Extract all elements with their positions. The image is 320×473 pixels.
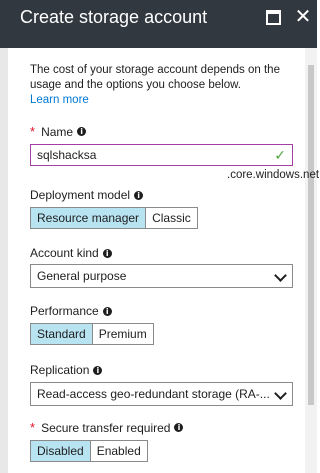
performance-option-premium[interactable]: Premium xyxy=(92,324,153,344)
left-edge xyxy=(0,48,8,473)
deployment-model-label: Deployment model i xyxy=(30,188,144,202)
info-icon[interactable]: i xyxy=(174,423,184,432)
info-icon[interactable]: i xyxy=(102,248,112,258)
secure-transfer-label-text: Secure transfer required xyxy=(41,420,171,435)
chevron-down-icon xyxy=(274,269,287,282)
maximize-icon xyxy=(265,9,281,25)
deployment-model-label-text: Deployment model xyxy=(30,188,131,202)
blade-header: Create storage account ✕ xyxy=(0,0,317,48)
scrollbar-thumb[interactable] xyxy=(308,65,314,405)
replication-value: Read-access geo-redundant storage (RA-..… xyxy=(37,387,270,401)
secure-transfer-option-disabled[interactable]: Disabled xyxy=(31,441,91,461)
checkmark-icon: ✓ xyxy=(274,147,286,163)
replication-label: Replication i xyxy=(30,363,103,377)
replication-label-text: Replication xyxy=(30,363,90,377)
account-kind-select[interactable]: General purpose xyxy=(30,264,293,288)
performance-label-text: Performance xyxy=(30,304,99,318)
account-kind-value: General purpose xyxy=(37,269,127,283)
learn-more-link[interactable]: Learn more xyxy=(30,94,89,106)
name-input-value: sqlshacksa xyxy=(37,148,97,162)
deployment-option-classic[interactable]: Classic xyxy=(146,208,197,228)
info-icon[interactable]: i xyxy=(102,306,112,316)
maximize-button[interactable] xyxy=(263,7,283,27)
info-icon[interactable]: i xyxy=(134,190,144,200)
account-kind-label-text: Account kind xyxy=(30,246,99,260)
chevron-down-icon xyxy=(274,387,287,400)
name-label-text: Name xyxy=(41,124,74,139)
name-input[interactable]: sqlshacksa ✓ xyxy=(30,144,293,166)
cost-description-text: The cost of your storage account depends… xyxy=(30,64,280,91)
required-asterisk: * xyxy=(30,420,36,435)
cost-description: The cost of your storage account depends… xyxy=(30,63,300,108)
close-icon: ✕ xyxy=(294,6,312,28)
deployment-model-toggle: Resource manager Classic xyxy=(30,207,198,229)
name-label: * Name i xyxy=(30,124,87,139)
name-suffix: .core.windows.net xyxy=(227,169,320,181)
secure-transfer-toggle: Disabled Enabled xyxy=(30,440,148,462)
info-icon[interactable]: i xyxy=(93,365,103,375)
account-kind-label: Account kind i xyxy=(30,246,112,260)
vertical-scrollbar[interactable] xyxy=(305,48,317,473)
performance-option-standard[interactable]: Standard xyxy=(31,324,93,344)
deployment-option-resource-manager[interactable]: Resource manager xyxy=(31,208,147,228)
performance-label: Performance i xyxy=(30,304,112,318)
secure-transfer-option-enabled[interactable]: Enabled xyxy=(90,441,147,461)
secure-transfer-label: * Secure transfer required i xyxy=(30,420,184,435)
info-icon[interactable]: i xyxy=(77,127,87,136)
performance-toggle: Standard Premium xyxy=(30,323,154,345)
replication-select[interactable]: Read-access geo-redundant storage (RA-..… xyxy=(30,382,293,406)
close-button[interactable]: ✕ xyxy=(293,7,313,27)
required-asterisk: * xyxy=(30,124,36,139)
blade-title: Create storage account xyxy=(20,7,208,27)
